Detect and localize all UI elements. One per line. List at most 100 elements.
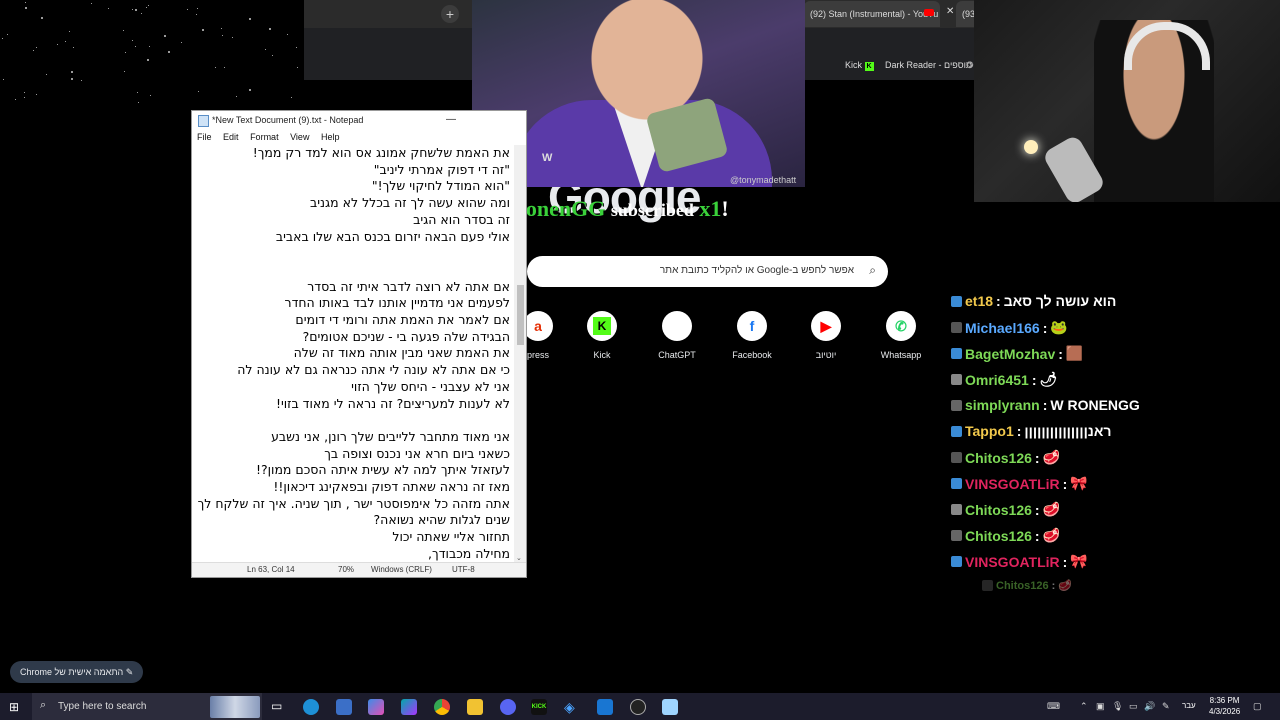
media-app-icon[interactable] <box>597 699 613 715</box>
notepad-titlebar[interactable]: *New Text Document (9).txt - Notepad — <box>192 111 526 129</box>
search-placeholder: אפשר לחפש ב-Google או להקליד כתובת אתר <box>659 265 854 276</box>
star-dot <box>215 67 217 69</box>
scrollbar-thumb[interactable] <box>517 285 524 345</box>
chat-username[interactable]: Chitos126 <box>996 580 1049 592</box>
chat-username[interactable]: BagetMozhav <box>965 346 1055 362</box>
extension-icon[interactable]: ✪ <box>966 60 974 71</box>
notepad-line: תחזור אליי שאתה יכול <box>392 529 510 545</box>
chat-separator: : <box>1051 579 1056 592</box>
kick-app-icon[interactable]: KICK <box>531 699 547 715</box>
chat-text: W RONENGG <box>1050 397 1140 413</box>
star-dot <box>249 17 252 20</box>
windows-taskbar: ⊞ ⌕ Type here to search ▭ KICK ◈ ⌨ ⌃ ▣ 🎙… <box>0 693 1280 720</box>
tab-youtube[interactable]: (92) Stan (Instrumental) - YouTu <box>804 1 940 27</box>
star-dot <box>147 58 150 61</box>
chat-separator: : <box>1034 449 1040 466</box>
menu-edit[interactable]: Edit <box>223 132 239 142</box>
chat-username[interactable]: et18 <box>965 293 993 309</box>
menu-file[interactable]: File <box>197 132 212 142</box>
google-search-input[interactable]: אפשר לחפש ב-Google או להקליד כתובת אתר ⌕ <box>527 256 888 287</box>
chat-badge-icon <box>951 478 962 489</box>
star-dot <box>71 78 73 81</box>
notepad-line: לפעמים אני מדמיין אותנו לבד באותו החדר <box>284 295 510 311</box>
network-icon[interactable]: ▭ <box>1129 701 1138 712</box>
app-diamond-icon[interactable]: ◈ <box>564 699 580 715</box>
star-dot <box>271 55 273 57</box>
chat-username[interactable]: Chitos126 <box>965 450 1032 466</box>
task-view-icon[interactable]: ▭ <box>271 699 287 715</box>
menu-help[interactable]: Help <box>321 132 340 142</box>
store-icon[interactable] <box>336 699 352 715</box>
pen-icon[interactable]: ✎ <box>1162 701 1170 712</box>
star-dot <box>148 5 150 7</box>
shortcut-facebook[interactable]: f Facebook <box>722 311 782 360</box>
tray-app-icon[interactable]: ▣ <box>1096 701 1105 712</box>
bookmark-dark-reader[interactable]: Dark Reader - תוספים <box>885 60 972 70</box>
chrome-customize-chip[interactable]: Chrome התאמה אישית של ✎ <box>10 661 144 683</box>
volume-icon[interactable]: 🔊 <box>1144 701 1155 712</box>
menu-view[interactable]: View <box>290 132 309 142</box>
bookmark-label: Kick <box>845 60 863 70</box>
chevron-up-icon[interactable]: ⌃ <box>1080 701 1088 712</box>
copilot-pro-icon[interactable] <box>401 699 417 715</box>
chat-message: Michael166 : 🐸 <box>951 319 1068 336</box>
shortcut-chatgpt[interactable]: ChatGPT <box>647 311 707 360</box>
chat-username[interactable]: Omri6451 <box>965 372 1029 388</box>
chat-message: simplyrann : W RONENGG <box>951 397 1140 413</box>
notepad-taskbar-icon[interactable] <box>662 699 678 715</box>
aliexpress-icon: a <box>523 311 553 341</box>
chat-username[interactable]: Chitos126 <box>965 528 1032 544</box>
star-dot <box>64 41 66 43</box>
star-dot <box>40 17 43 20</box>
chat-username[interactable]: VINSGOATLiR <box>965 554 1060 570</box>
vertical-scrollbar[interactable]: ⌄ <box>514 145 526 563</box>
discord-icon[interactable] <box>500 699 516 715</box>
windows-start-icon[interactable]: ⊞ <box>9 700 19 714</box>
clock[interactable]: 8:36 PM 4/3/2026 <box>1209 695 1240 717</box>
notepad-line: לא לענות למעריצים? זה נראה לי מאוד בזוי! <box>275 395 510 411</box>
shortcut-whatsapp[interactable]: ✆ Whatsapp <box>871 311 931 360</box>
chat-username[interactable]: VINSGOATLiR <box>965 476 1060 492</box>
shortcut-youtube[interactable]: ▶ יוטיוב <box>796 311 856 360</box>
chat-username[interactable]: Michael166 <box>965 320 1040 336</box>
notification-icon[interactable]: ▢ <box>1253 701 1262 712</box>
microphone-icon[interactable]: 🎙 <box>1112 701 1123 712</box>
scroll-down-icon[interactable]: ⌄ <box>516 554 522 562</box>
chat-separator: : <box>1042 319 1048 336</box>
star-dot <box>286 34 288 36</box>
close-icon[interactable]: ✕ <box>946 6 954 17</box>
obs-icon[interactable] <box>630 699 646 715</box>
keyboard-icon[interactable]: ⌨ <box>1047 701 1060 712</box>
chat-username[interactable]: simplyrann <box>965 397 1040 413</box>
chat-username[interactable]: Chitos126 <box>965 502 1032 518</box>
new-tab-button[interactable]: + <box>441 5 459 23</box>
star-dot <box>23 92 25 94</box>
edge-icon[interactable] <box>303 699 319 715</box>
menu-format[interactable]: Format <box>250 132 279 142</box>
notepad-line: אני לא עצבני - היחס שלך הזוי <box>351 378 510 394</box>
star-dot <box>36 46 38 48</box>
notepad-line: ומה שהוא עשה לך זה בכלל לא מגניב <box>310 195 510 211</box>
chat-badge-icon <box>951 556 962 567</box>
star-dot <box>2 79 4 81</box>
language-indicator[interactable]: עבר <box>1182 701 1196 710</box>
search-icon: ⌕ <box>869 263 876 277</box>
notepad-text-area[interactable]: את האמת שלשחק אמונג אס הוא למד רק ממך! "ז… <box>192 145 514 563</box>
bookmark-kick[interactable]: Kick K <box>845 60 874 71</box>
chat-message: Chitos126 : 🥩 <box>951 501 1060 518</box>
notepad-statusbar: Ln 63, Col 14 70% Windows (CRLF) UTF-8 <box>192 562 526 577</box>
file-explorer-icon[interactable] <box>467 699 483 715</box>
star-dot <box>290 97 292 99</box>
taskbar-search-box[interactable]: ⌕ Type here to search <box>32 693 262 720</box>
status-line-ending: Windows (CRLF) <box>371 565 432 574</box>
star-dot <box>81 80 83 82</box>
minimize-button[interactable]: — <box>446 111 456 129</box>
notepad-line: זה בסדר הוא הגיב <box>413 211 510 227</box>
star-dot <box>46 74 48 76</box>
copilot-icon[interactable] <box>368 699 384 715</box>
chat-badge-icon <box>951 348 962 359</box>
shortcut-kick[interactable]: K Kick <box>572 311 632 360</box>
star-dot <box>146 6 148 8</box>
chrome-icon[interactable] <box>434 699 450 715</box>
chat-username[interactable]: Tappo1 <box>965 423 1014 439</box>
